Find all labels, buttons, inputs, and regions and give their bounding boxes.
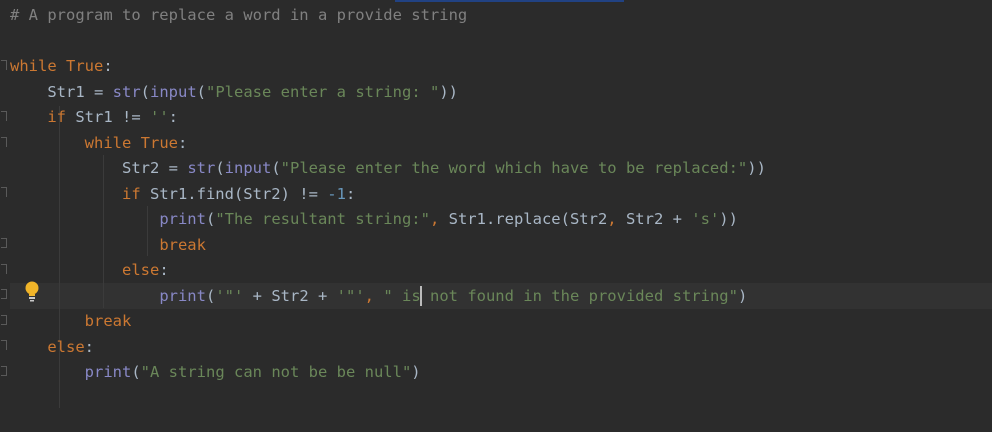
code-token: Str1.replace(Str2 [448, 210, 608, 228]
code-token: print [159, 286, 206, 305]
code-line[interactable]: print("A string can not be be null") [10, 360, 421, 386]
code-token: : [84, 337, 94, 356]
code-token: ( [205, 210, 216, 228]
code-line[interactable]: while True: [10, 54, 113, 80]
code-token: '' [149, 108, 169, 126]
code-token: '"' [336, 286, 365, 305]
code-token: break [159, 235, 206, 254]
code-token: not found in the provided string" [420, 286, 738, 305]
code-line[interactable]: else: [10, 258, 169, 284]
code-line[interactable]: Str2 = str(input("Please enter the word … [10, 156, 766, 182]
code-token: if [47, 108, 76, 126]
code-token: "Please enter the word which have to be … [280, 159, 748, 177]
code-token: : [168, 108, 178, 126]
fold-marker[interactable] [1, 289, 7, 299]
code-token: )) [439, 82, 458, 101]
code-token: str [187, 159, 216, 177]
code-token: ( [271, 159, 281, 177]
code-token: Str1 = [47, 82, 113, 101]
fold-marker[interactable] [1, 366, 7, 376]
code-line[interactable]: print("The resultant string:", Str1.repl… [10, 207, 738, 233]
code-token: ( [140, 82, 150, 101]
code-token: "The resultant string:" [215, 210, 430, 228]
code-token: "Please enter a string: " [206, 82, 440, 101]
fold-marker[interactable] [1, 340, 7, 350]
code-editor[interactable]: # A program to replace a word in a provi… [0, 0, 992, 432]
code-token: : [159, 261, 169, 279]
code-line[interactable]: # A program to replace a word in a provi… [10, 3, 467, 29]
code-token: print [84, 363, 132, 381]
code-line[interactable]: if Str1.find(Str2) != -1: [10, 182, 355, 208]
code-line[interactable]: Str1 = str(input("Please enter a string:… [10, 80, 458, 106]
code-token: -1 [327, 184, 346, 203]
code-token: Str2 = [121, 159, 188, 177]
code-token: )) [747, 159, 766, 177]
code-token: ( [205, 286, 216, 305]
code-token: # A program to replace a word in a provi… [10, 6, 468, 24]
code-token: "A string can not be be null" [140, 363, 412, 381]
fold-marker[interactable] [1, 264, 7, 274]
code-token: break [84, 312, 132, 330]
code-token: input [150, 82, 197, 101]
code-token: Str1 != [75, 108, 150, 126]
code-token: True [140, 133, 178, 152]
code-line[interactable]: if Str1 != '': [10, 105, 178, 131]
code-token: ) [411, 363, 421, 381]
editor-gutter [0, 0, 10, 432]
selection-highlight-bar [395, 0, 624, 2]
fold-marker[interactable] [1, 137, 7, 147]
code-token: , [429, 210, 449, 228]
code-token: else [47, 337, 85, 356]
code-token: ( [196, 82, 207, 101]
fold-marker[interactable] [1, 238, 7, 248]
fold-marker[interactable] [1, 187, 7, 197]
code-token: : [177, 133, 188, 152]
code-token: else [121, 261, 160, 279]
code-line[interactable]: else: [10, 335, 94, 361]
fold-marker[interactable] [1, 111, 7, 121]
code-token: ( [215, 159, 225, 177]
code-token: : [103, 57, 113, 75]
code-token: while [84, 133, 141, 152]
code-token: 's' [691, 210, 720, 228]
code-token: True [66, 57, 104, 75]
code-line[interactable]: break [10, 309, 132, 335]
fold-marker[interactable] [1, 60, 7, 70]
code-token: Str1.find(Str2) != [149, 184, 328, 203]
code-line[interactable]: print('"' + Str2 + '"', " is not found i… [10, 284, 747, 310]
code-token: , [364, 286, 384, 305]
code-token: Str2 + [625, 210, 692, 228]
code-token: + Str2 + [243, 286, 337, 305]
code-token: " is [383, 286, 421, 305]
code-token: , [607, 210, 626, 228]
code-line[interactable]: while True: [10, 131, 188, 157]
code-token: while [10, 57, 66, 75]
code-token: print [159, 210, 206, 228]
code-token: input [224, 159, 272, 177]
code-token: : [345, 184, 356, 203]
code-token: ) [737, 286, 748, 305]
code-token: str [112, 82, 141, 101]
code-token: if [121, 184, 150, 203]
code-token: '"' [215, 286, 244, 305]
code-line[interactable]: break [10, 233, 206, 259]
code-token: ( [131, 363, 141, 381]
code-token: )) [719, 210, 738, 228]
fold-marker[interactable] [1, 315, 7, 325]
